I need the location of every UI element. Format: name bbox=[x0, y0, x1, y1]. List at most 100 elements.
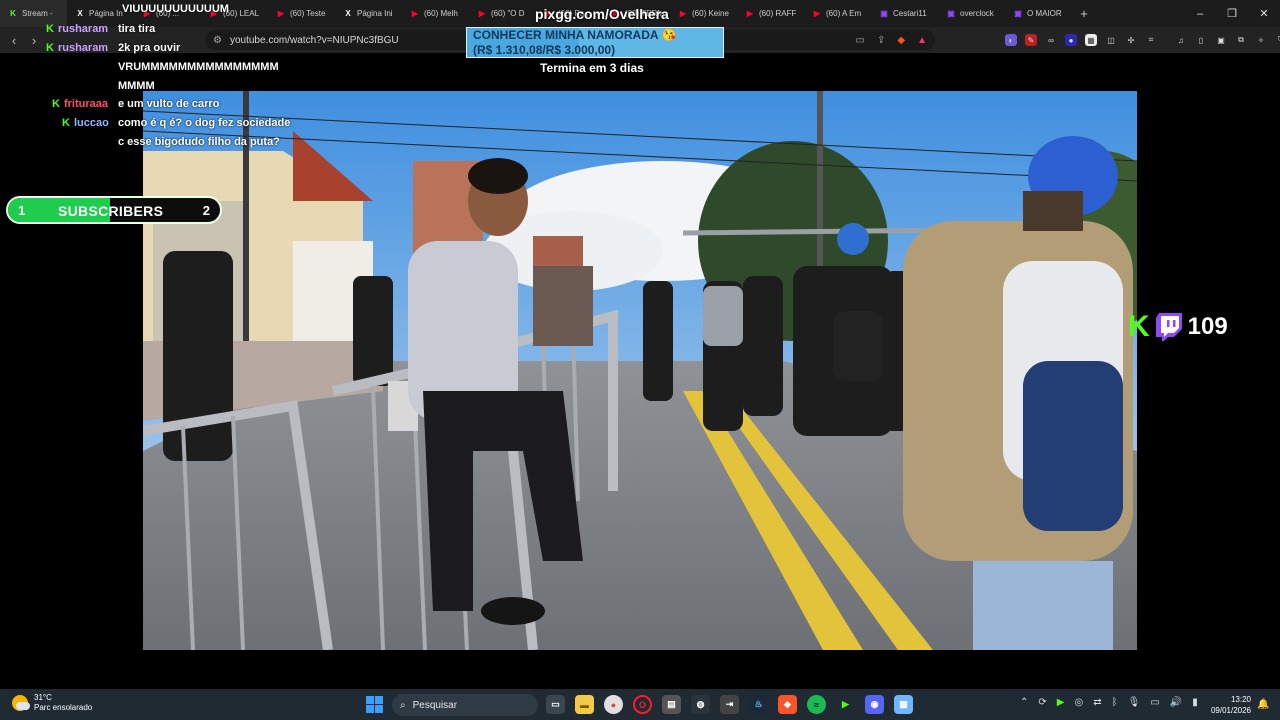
chrome-icon[interactable]: ● bbox=[604, 695, 623, 714]
file-explorer-icon[interactable]: ▬ bbox=[575, 695, 594, 714]
extension-icon[interactable]: ∞ bbox=[1045, 34, 1057, 46]
notification-bell-icon[interactable]: 🔔 bbox=[1257, 699, 1269, 710]
shield-icon[interactable]: ⛉ bbox=[1275, 34, 1280, 46]
chat-username[interactable]: luccao bbox=[74, 114, 114, 133]
chevron-up-icon[interactable]: ⌃ bbox=[1020, 697, 1028, 708]
share-icon[interactable]: ⇪ bbox=[877, 35, 885, 46]
browser-tab[interactable]: ▶ (60) Melh bbox=[402, 0, 469, 27]
tab-label: O MAIOR bbox=[1027, 9, 1062, 18]
extension-icon[interactable]: ▦ bbox=[1085, 34, 1097, 46]
subscribers-label: SUBSCRIBERS bbox=[58, 203, 164, 219]
extension-icon[interactable]: ◫ bbox=[1105, 34, 1117, 46]
donation-site-title: pixgg.com/Ovelhera bbox=[535, 6, 669, 22]
x-icon: X bbox=[345, 9, 351, 18]
viewer-counter: K 109 bbox=[1128, 312, 1228, 342]
battery-icon[interactable]: ▮ bbox=[1192, 697, 1198, 708]
network-icon[interactable]: ▭ bbox=[1150, 697, 1159, 708]
chat-message: Krusharam tira tira bbox=[46, 20, 298, 39]
windows-taskbar: 31°C Parc ensolarado ⌕ Pesquisar ▭ ▬ ● O… bbox=[0, 689, 1280, 720]
brave-rewards-icon[interactable]: ▲ bbox=[917, 35, 927, 46]
weather-widget[interactable]: 31°C Parc ensolarado bbox=[12, 693, 92, 713]
chat-text: tira tira bbox=[117, 23, 156, 35]
browser-tab[interactable]: ▶ (60) RAFF bbox=[737, 0, 804, 27]
volume-icon[interactable]: 🔊 bbox=[1170, 697, 1182, 708]
chat-text: VIUUUUUUUUUUUM bbox=[122, 3, 229, 15]
app-icon[interactable]: ▶ bbox=[836, 695, 855, 714]
back-icon[interactable]: ‹ bbox=[4, 33, 24, 48]
minimize-button[interactable]: – bbox=[1184, 0, 1216, 27]
opera-icon[interactable]: O bbox=[633, 695, 652, 714]
app-icon[interactable]: ▤ bbox=[662, 695, 681, 714]
search-placeholder: Pesquisar bbox=[412, 699, 458, 711]
kick-badge-icon: K bbox=[52, 98, 60, 110]
app-icon[interactable]: ⇥ bbox=[720, 695, 739, 714]
forward-icon[interactable]: › bbox=[24, 33, 44, 48]
chat-username[interactable]: rusharam bbox=[58, 39, 114, 58]
kick-badge-icon: K bbox=[46, 23, 54, 35]
youtube-icon: ▶ bbox=[679, 9, 687, 18]
vpn-icon[interactable]: ⧉ bbox=[1235, 34, 1247, 46]
brave-shield-icon[interactable]: ◆ bbox=[897, 35, 905, 46]
browser-tab[interactable]: ▶ (60) "O D bbox=[469, 0, 536, 27]
notepad-icon[interactable]: ▦ bbox=[894, 695, 913, 714]
tab-label: (60) Keine bbox=[692, 9, 729, 18]
chat-username[interactable]: rusharam bbox=[58, 20, 114, 39]
stream-video[interactable] bbox=[143, 91, 1137, 650]
app-tray-icon[interactable]: ⇄ bbox=[1093, 697, 1101, 708]
taskbar-search[interactable]: ⌕ Pesquisar bbox=[392, 694, 538, 716]
chat-message: VIUUUUUUUUUUUM bbox=[122, 0, 302, 19]
start-button[interactable] bbox=[366, 696, 383, 713]
system-tray: ⌃ ⟳ ▶ ◎ ⇄ ᛒ 🎙 ▭ 🔊 ▮ bbox=[1020, 697, 1198, 708]
restore-button[interactable]: ❐ bbox=[1216, 0, 1248, 27]
subscribers-current: 1 bbox=[18, 203, 26, 218]
tab-label: Stream - bbox=[22, 9, 53, 18]
microphone-icon[interactable]: 🎙 bbox=[1128, 697, 1141, 708]
new-tab-button[interactable]: + bbox=[1072, 6, 1096, 21]
chat-username[interactable]: frituraaa bbox=[64, 95, 114, 114]
browser-tab[interactable]: ▣ overclock bbox=[938, 0, 1005, 27]
donation-countdown: Termina em 3 dias bbox=[540, 61, 644, 75]
close-button[interactable]: ✕ bbox=[1248, 0, 1280, 27]
taskbar-clock[interactable]: 13:20 09/01/2026 bbox=[1206, 694, 1251, 716]
twitch-icon: ▣ bbox=[947, 9, 955, 18]
sidebar-icon[interactable]: ▯ bbox=[1195, 34, 1207, 46]
browser-tab[interactable]: ▶ (60) Keine bbox=[670, 0, 737, 27]
sync-icon[interactable]: ⟳ bbox=[1038, 697, 1046, 708]
brave-icon[interactable]: ◆ bbox=[778, 695, 797, 714]
pinned-apps: ▭ ▬ ● O ▤ ◍ ⇥ ♨ ◆ ≈ ▶ ◉ ▦ bbox=[546, 695, 913, 714]
app-icon[interactable]: ◍ bbox=[691, 695, 710, 714]
app-tray-icon[interactable]: ◎ bbox=[1074, 697, 1083, 708]
play-icon[interactable]: ▶ bbox=[1057, 697, 1065, 708]
twitch-icon: ▣ bbox=[880, 9, 888, 18]
tab-label: (60) RAFF bbox=[759, 9, 796, 18]
bluetooth-icon[interactable]: ᛒ bbox=[1112, 697, 1118, 708]
browser-tab[interactable]: X Página Ini bbox=[335, 0, 402, 27]
extension-icon[interactable]: ● bbox=[1065, 34, 1077, 46]
url-actions: ▭ ⇪ ◆ ▲ bbox=[856, 30, 927, 50]
leo-ai-icon[interactable]: ✧ bbox=[1255, 34, 1267, 46]
x-icon: X bbox=[77, 9, 83, 18]
screenshot-icon[interactable]: ⌗ bbox=[1145, 34, 1157, 46]
media-icon[interactable]: ♫ bbox=[1175, 34, 1187, 46]
extension-icon[interactable]: ◐ bbox=[1005, 34, 1017, 46]
discord-icon[interactable]: ◉ bbox=[865, 695, 884, 714]
chat-text: como é q é? o dog fez sociedade c esse b… bbox=[117, 117, 291, 148]
extensions-puzzle-icon[interactable]: ✣ bbox=[1125, 34, 1137, 46]
browser-tab[interactable]: ▣ Cestari11 bbox=[871, 0, 938, 27]
youtube-icon: ▶ bbox=[411, 9, 419, 18]
donation-goal-amount: (R$ 1.310,08/R$ 3.000,00) bbox=[473, 43, 616, 57]
subscribers-goal: 2 bbox=[202, 203, 210, 218]
browser-tab[interactable]: ▶ (60) A Em bbox=[804, 0, 871, 27]
wallet-icon[interactable]: ▣ bbox=[1215, 34, 1227, 46]
weather-condition: Parc ensolarado bbox=[34, 703, 93, 712]
donation-goal-box: CONHECER MINHA NAMORADA 😘 (R$ 1.310,08/R… bbox=[466, 27, 724, 58]
cast-icon[interactable]: ▭ bbox=[856, 35, 865, 46]
browser-tab[interactable]: ▣ O MAIOR bbox=[1005, 0, 1072, 27]
task-view-icon[interactable]: ▭ bbox=[546, 695, 565, 714]
steam-icon[interactable]: ♨ bbox=[749, 695, 768, 714]
youtube-icon: ▶ bbox=[478, 9, 486, 18]
chat-message: Krusharam 2k pra ouvir VRUMMMMMMMMMMMMMMM… bbox=[46, 39, 298, 96]
extension-icon[interactable]: ✎ bbox=[1025, 34, 1037, 46]
chat-message: Kfrituraaa e um vulto de carro bbox=[52, 95, 298, 114]
spotify-icon[interactable]: ≈ bbox=[807, 695, 826, 714]
